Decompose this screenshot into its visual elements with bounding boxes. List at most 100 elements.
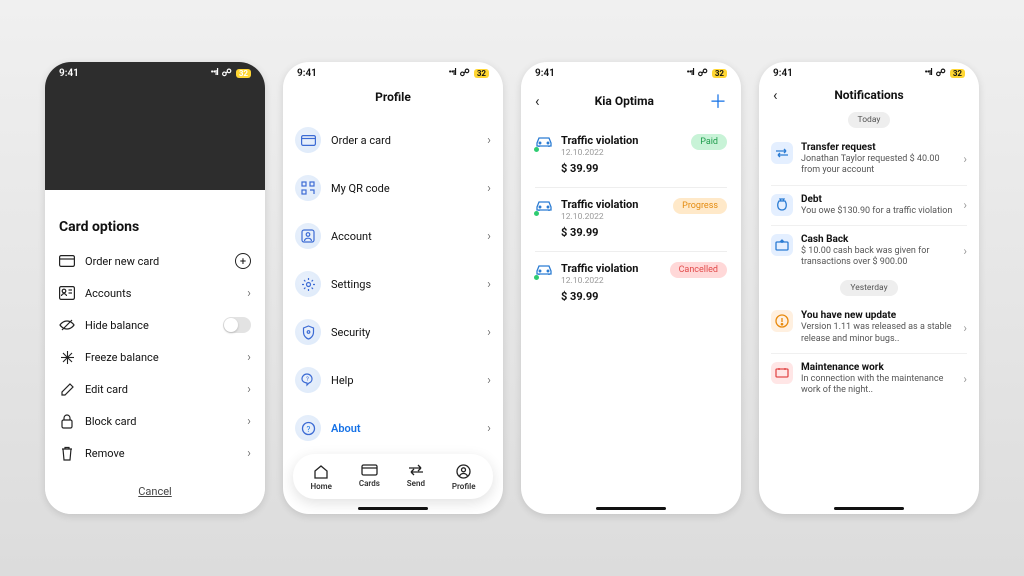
status-dot-icon	[534, 275, 539, 280]
svg-text:?: ?	[306, 376, 309, 383]
trash-icon	[59, 445, 75, 461]
option-hide-balance[interactable]: Hide balance	[59, 309, 251, 341]
page-title: Kia Optima	[595, 94, 654, 108]
chevron-right-icon: ›	[247, 350, 251, 365]
option-freeze-balance[interactable]: Freeze balance ›	[59, 341, 251, 373]
tab-label: Home	[310, 482, 331, 491]
notification-row[interactable]: Maintenance work In connection with the …	[771, 354, 967, 405]
hide-balance-toggle[interactable]	[223, 317, 251, 333]
option-label: Block card	[85, 415, 237, 428]
cards-icon	[361, 464, 378, 476]
day-chip-today: Today	[848, 112, 891, 128]
car-icon	[535, 262, 553, 279]
notification-title: You have new update	[801, 310, 955, 321]
notification-row[interactable]: You have new update Version 1.11 was rel…	[771, 302, 967, 354]
violation-row[interactable]: Traffic violation 12.10.2022 $ 39.99 Can…	[535, 252, 727, 315]
user-icon	[295, 223, 321, 249]
status-dot-icon	[534, 147, 539, 152]
battery-icon: 32	[950, 69, 965, 78]
notification-row[interactable]: Cash Back $ 10.00 cash back was given fo…	[771, 226, 967, 277]
profile-item-security[interactable]: Security ›	[295, 308, 491, 356]
day-chip-yesterday: Yesterday	[840, 280, 897, 296]
info-icon: ?	[295, 415, 321, 441]
notification-title: Transfer request	[801, 142, 955, 153]
cashback-icon	[771, 234, 793, 256]
profile-item-account[interactable]: Account ›	[295, 212, 491, 260]
status-bar: 9:41 ••ıl ☍ 32	[283, 62, 503, 84]
tab-cards[interactable]: Cards	[359, 464, 380, 491]
chevron-right-icon: ›	[963, 321, 967, 335]
violation-name: Traffic violation	[561, 262, 662, 275]
status-dot-icon	[534, 211, 539, 216]
svg-text:?: ?	[306, 425, 310, 434]
chevron-right-icon: ›	[247, 382, 251, 397]
notification-body: $ 10.00 cash back was given for transact…	[801, 246, 955, 269]
tab-send[interactable]: Send	[407, 464, 425, 491]
option-order-new-card[interactable]: Order new card +	[59, 245, 251, 277]
battery-icon: 32	[236, 69, 251, 78]
option-accounts[interactable]: Accounts ›	[59, 277, 251, 309]
cancel-button[interactable]: Cancel	[59, 479, 251, 504]
dimmed-background: 9:41 ••ıl ☍ 32	[45, 62, 265, 190]
lock-icon	[59, 413, 75, 429]
option-label: Edit card	[85, 383, 237, 396]
chevron-right-icon: ›	[963, 372, 967, 386]
status-time: 9:41	[773, 68, 793, 79]
tab-profile[interactable]: Profile	[452, 464, 476, 491]
notification-body: You owe $130.90 for a traffic violation	[801, 206, 955, 217]
tab-label: Profile	[452, 482, 476, 491]
profile-item-label: My QR code	[331, 182, 477, 195]
violation-date: 12.10.2022	[561, 148, 683, 158]
violation-date: 12.10.2022	[561, 212, 665, 222]
profile-item-about[interactable]: ? About ›	[295, 404, 491, 452]
chevron-right-icon: ›	[247, 446, 251, 461]
chevron-right-icon: ›	[963, 198, 967, 212]
home-icon	[313, 464, 329, 479]
moneybag-icon	[771, 194, 793, 216]
add-button[interactable]: ＋	[709, 88, 727, 114]
notification-body: In connection with the maintenance work …	[801, 374, 955, 397]
option-remove[interactable]: Remove ›	[59, 437, 251, 469]
option-block-card[interactable]: Block card ›	[59, 405, 251, 437]
profile-item-settings[interactable]: Settings ›	[295, 260, 491, 308]
back-button[interactable]: ‹	[535, 92, 540, 110]
option-edit-card[interactable]: Edit card ›	[59, 373, 251, 405]
option-label: Order new card	[85, 255, 225, 268]
screen-card-options: 9:41 ••ıl ☍ 32 Card options Order new ca…	[45, 62, 265, 514]
card-icon	[59, 253, 75, 269]
violation-row[interactable]: Traffic violation 12.10.2022 $ 39.99 Pai…	[535, 124, 727, 188]
back-button[interactable]: ‹	[773, 86, 778, 104]
tab-home[interactable]: Home	[310, 464, 331, 491]
option-label: Accounts	[85, 287, 237, 300]
chevron-right-icon: ›	[487, 421, 491, 436]
sheet-title: Card options	[59, 219, 251, 235]
link-icon: ☍	[936, 68, 946, 79]
pencil-icon	[59, 381, 75, 397]
link-icon: ☍	[460, 68, 470, 79]
alert-icon	[771, 310, 793, 332]
profile-item-label: Account	[331, 230, 477, 243]
profile-item-help[interactable]: ? Help ›	[295, 356, 491, 404]
profile-item-qr[interactable]: My QR code ›	[295, 164, 491, 212]
notification-row[interactable]: Debt You owe $130.90 for a traffic viola…	[771, 186, 967, 226]
help-icon: ?	[295, 367, 321, 393]
violation-row[interactable]: Traffic violation 12.10.2022 $ 39.99 Pro…	[535, 188, 727, 252]
profile-item-label: Settings	[331, 278, 477, 291]
chevron-right-icon: ›	[487, 181, 491, 196]
chevron-right-icon: ›	[487, 133, 491, 148]
screen-profile: 9:41 ••ıl ☍ 32 Profile Order a card › My…	[283, 62, 503, 514]
chevron-right-icon: ›	[963, 152, 967, 166]
user-card-icon	[59, 285, 75, 301]
link-icon: ☍	[222, 68, 232, 79]
violation-price: $ 39.99	[561, 162, 683, 175]
option-label: Freeze balance	[85, 351, 237, 364]
profile-item-order-card[interactable]: Order a card ›	[295, 116, 491, 164]
violation-price: $ 39.99	[561, 226, 665, 239]
notification-row[interactable]: Transfer request Jonathan Taylor request…	[771, 134, 967, 186]
status-time: 9:41	[297, 68, 317, 79]
card-icon	[295, 127, 321, 153]
status-time: 9:41	[535, 68, 555, 79]
chevron-right-icon: ›	[487, 373, 491, 388]
profile-item-label: Security	[331, 326, 477, 339]
violation-price: $ 39.99	[561, 290, 662, 303]
